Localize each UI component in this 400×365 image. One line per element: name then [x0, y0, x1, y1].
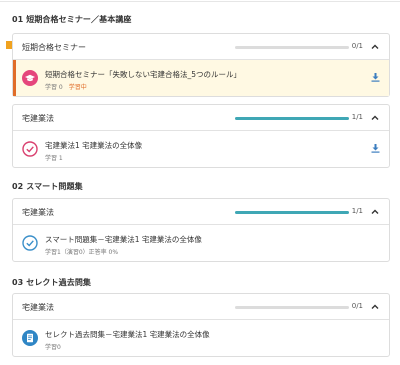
card-title: 宅建業法 — [22, 208, 54, 217]
chevron-up-icon[interactable] — [371, 208, 379, 216]
course-card-takken-1: 宅建業法 1/1 宅建業法1 宅建業法の全体像 学習 1 — [12, 104, 390, 168]
progress-bar — [235, 46, 349, 49]
lesson-study-count: 学習 0 — [45, 84, 63, 91]
course-card-seminar: 短期合格セミナー 0/1 短期合格セミナー「失敗しない宅建合格法_5つのルール」… — [12, 33, 390, 97]
progress-bar — [235, 306, 349, 309]
chevron-up-icon[interactable] — [371, 303, 379, 311]
lesson-title: スマート問題集－宅建業法1 宅建業法の全体像 — [45, 235, 202, 244]
lesson-meta: 学習 1 — [45, 155, 63, 162]
card-header[interactable]: 宅建業法 1/1 — [13, 199, 389, 225]
document-icon — [22, 330, 38, 346]
check-circle-icon — [22, 235, 38, 251]
progress-fill — [235, 211, 349, 214]
lesson-title: 短期合格セミナー「失敗しない宅建合格法_5つのルール」 — [45, 70, 242, 79]
download-icon[interactable] — [371, 144, 380, 153]
section-title-03: 03 セレクト過去問集 — [12, 278, 92, 287]
progress-count: 0/1 — [351, 42, 363, 50]
check-circle-icon — [22, 141, 38, 157]
lesson-title: 宅建業法1 宅建業法の全体像 — [45, 141, 143, 150]
graduation-cap-icon — [22, 70, 38, 86]
progress-count: 1/1 — [351, 207, 363, 215]
lesson-row[interactable]: セレクト過去問集－宅建業法1 宅建業法の全体像 学習0 — [13, 320, 389, 356]
lesson-meta: 学習1（演習0）正答率 0% — [45, 249, 119, 256]
progress-bar — [235, 117, 349, 120]
card-header[interactable]: 短期合格セミナー 0/1 — [13, 34, 389, 60]
progress-fill — [235, 117, 349, 120]
lesson-row[interactable]: 宅建業法1 宅建業法の全体像 学習 1 — [13, 131, 389, 167]
progress-count: 0/1 — [351, 302, 363, 310]
section-title-02: 02 スマート問題集 — [12, 182, 83, 191]
card-title: 宅建業法 — [22, 114, 54, 123]
lesson-meta: 学習0 — [45, 344, 61, 351]
course-card-smart: 宅建業法 1/1 スマート問題集－宅建業法1 宅建業法の全体像 学習1（演習0）… — [12, 198, 390, 262]
top-divider — [0, 1, 400, 2]
card-title: 短期合格セミナー — [22, 43, 86, 52]
progress-bar — [235, 211, 349, 214]
lesson-meta: 学習 0 学習中 — [45, 82, 87, 91]
lesson-row[interactable]: スマート問題集－宅建業法1 宅建業法の全体像 学習1（演習0）正答率 0% — [13, 225, 389, 261]
lesson-row[interactable]: 短期合格セミナー「失敗しない宅建合格法_5つのルール」 学習 0 学習中 — [13, 60, 389, 96]
status-badge: 学習中 — [68, 84, 87, 91]
progress-count: 1/1 — [351, 113, 363, 121]
course-card-select: 宅建業法 0/1 セレクト過去問集－宅建業法1 宅建業法の全体像 学習0 — [12, 293, 390, 357]
download-icon[interactable] — [371, 73, 380, 82]
chevron-up-icon[interactable] — [371, 43, 379, 51]
card-title: 宅建業法 — [22, 303, 54, 312]
card-header[interactable]: 宅建業法 1/1 — [13, 105, 389, 131]
card-header[interactable]: 宅建業法 0/1 — [13, 294, 389, 320]
chevron-up-icon[interactable] — [371, 114, 379, 122]
lesson-title: セレクト過去問集－宅建業法1 宅建業法の全体像 — [45, 330, 210, 339]
section-title-01: 01 短期合格セミナー／基本講座 — [12, 15, 132, 24]
